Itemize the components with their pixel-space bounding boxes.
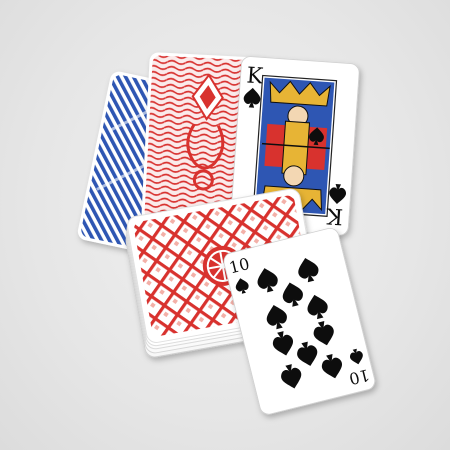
ten-of-spades-card: 10 10 [223, 227, 376, 415]
king-rank-bottom: K [325, 202, 344, 228]
playing-cards-scene: K K 10 10 [77, 52, 376, 415]
